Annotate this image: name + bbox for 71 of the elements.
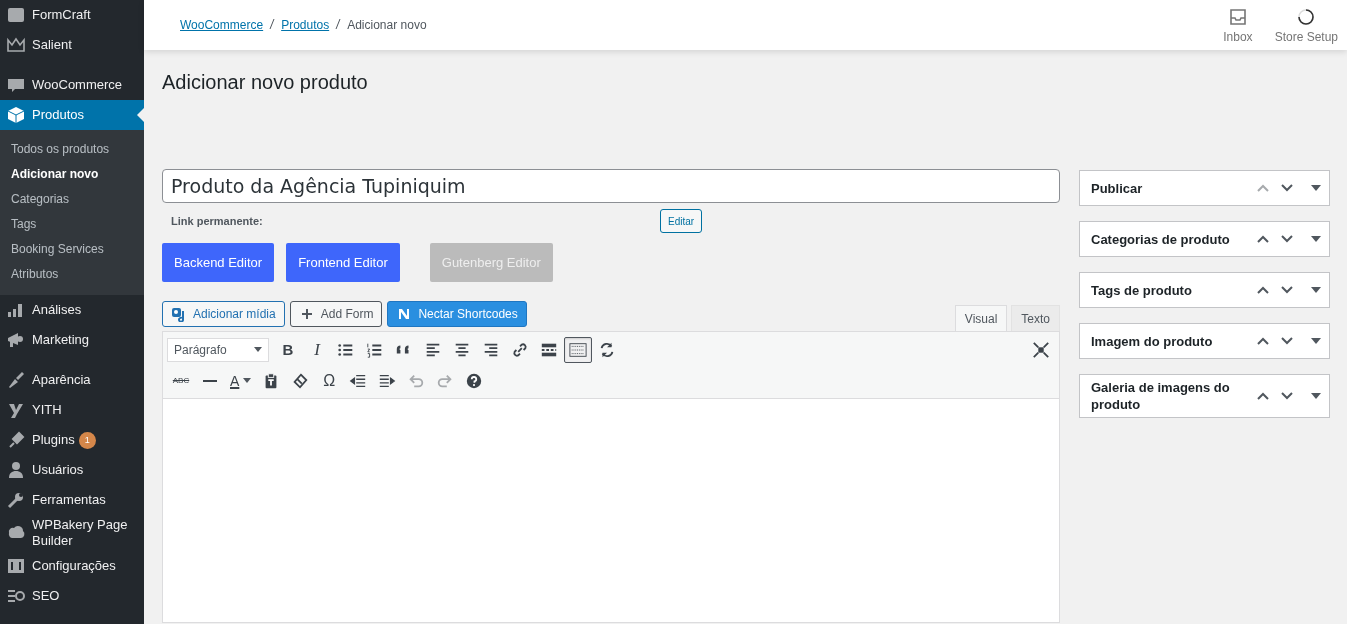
media-icon <box>171 306 187 322</box>
menu-item[interactable]: Marketing <box>0 325 144 355</box>
menu-item[interactable]: Aparência <box>0 365 144 395</box>
triangle-icon[interactable] <box>1311 285 1321 295</box>
triangle-icon[interactable] <box>1311 183 1321 193</box>
eraser-icon <box>291 371 310 390</box>
count-badge: 1 <box>78 431 96 449</box>
submenu-item[interactable]: Adicionar novo <box>0 162 144 187</box>
submenu-item[interactable]: Booking Services <box>0 237 144 262</box>
submenu-item[interactable]: Atributos <box>0 262 144 287</box>
editor-tab[interactable]: Texto <box>1011 305 1060 331</box>
menu-item[interactable]: FormCraft <box>0 0 144 30</box>
editor-mode-button[interactable]: Frontend Editor <box>286 243 400 282</box>
help-icon <box>465 371 484 390</box>
menu-item[interactable]: Salient <box>0 30 144 60</box>
menu-item[interactable]: SEO <box>0 581 144 611</box>
crown-icon <box>6 35 26 55</box>
progress-ring-icon <box>1296 6 1317 27</box>
menu-item[interactable]: YITH <box>0 395 144 425</box>
box-title: Tags de produto <box>1091 281 1192 299</box>
box-title: Galeria de imagens do produto <box>1091 379 1231 413</box>
format-button[interactable]: ABC <box>167 367 195 394</box>
menu-item[interactable]: Produtos <box>0 100 144 130</box>
editor-mode-button[interactable]: Backend Editor <box>162 243 275 282</box>
settings-icon <box>6 556 26 576</box>
breadcrumb-link[interactable]: WooCommerce <box>180 17 264 33</box>
box-icon <box>6 105 26 125</box>
breadcrumb-current: Adicionar novo <box>347 17 427 33</box>
menu-item[interactable]: Usuários <box>0 455 144 485</box>
box-title: Imagem do produto <box>1091 332 1213 350</box>
header-action[interactable]: Inbox <box>1223 6 1253 44</box>
refresh-icon <box>598 340 616 359</box>
wrench-icon <box>6 490 26 510</box>
box-title: Publicar <box>1091 179 1143 197</box>
title-field[interactable]: Produto da Agência Tupiniquim <box>162 169 1060 203</box>
header-action[interactable]: Store Setup <box>1274 6 1338 44</box>
menu-item[interactable]: WooCommerce <box>0 70 144 100</box>
menu-item[interactable]: Configurações <box>0 551 144 581</box>
edit-button[interactable]: Editar <box>660 209 703 233</box>
menu-item[interactable]: Análises <box>0 295 144 325</box>
text-color-button[interactable]: A <box>225 367 257 394</box>
format-button[interactable]: Ω <box>315 367 344 394</box>
submenu-item[interactable]: Categorias <box>0 187 144 212</box>
page-title: Adicionar novo produto <box>162 70 369 94</box>
format-button[interactable]: B <box>274 336 302 363</box>
fullscreen-icon <box>1032 340 1050 359</box>
keyboard-icon <box>569 340 587 359</box>
box-title: Categorias de produto <box>1091 230 1230 248</box>
menu-item[interactable]: Ferramentas <box>0 485 144 515</box>
submenu-item[interactable]: Todos os produtos <box>0 137 144 162</box>
permalink-label: Link permanente: <box>171 215 264 227</box>
brush-icon <box>6 370 26 390</box>
media-button[interactable]: Adicionar mídia <box>162 301 285 327</box>
format-dropdown[interactable]: Parágrafo <box>167 337 269 362</box>
inbox-icon <box>1227 6 1248 27</box>
submenu-item[interactable]: Tags <box>0 212 144 237</box>
triangle-icon[interactable] <box>1311 391 1321 401</box>
breadcrumb-link[interactable]: Produtos <box>281 17 330 33</box>
media-button[interactable]: Add Form <box>289 301 383 327</box>
triangle-icon[interactable] <box>1311 234 1321 244</box>
editor-tab[interactable]: Visual <box>954 305 1008 331</box>
format-button[interactable]: I <box>303 336 331 363</box>
block-icon <box>6 5 26 25</box>
user-icon <box>6 460 26 480</box>
menu-item[interactable]: Plugins 1 <box>0 425 144 455</box>
horizontal-line-icon <box>203 379 217 382</box>
triangle-icon[interactable] <box>1311 336 1321 346</box>
megaphone-icon <box>6 330 26 350</box>
menu-item[interactable]: WPBakery Page Builder <box>0 515 144 551</box>
link-icon <box>511 340 529 359</box>
toolbar-button[interactable] <box>564 336 592 363</box>
